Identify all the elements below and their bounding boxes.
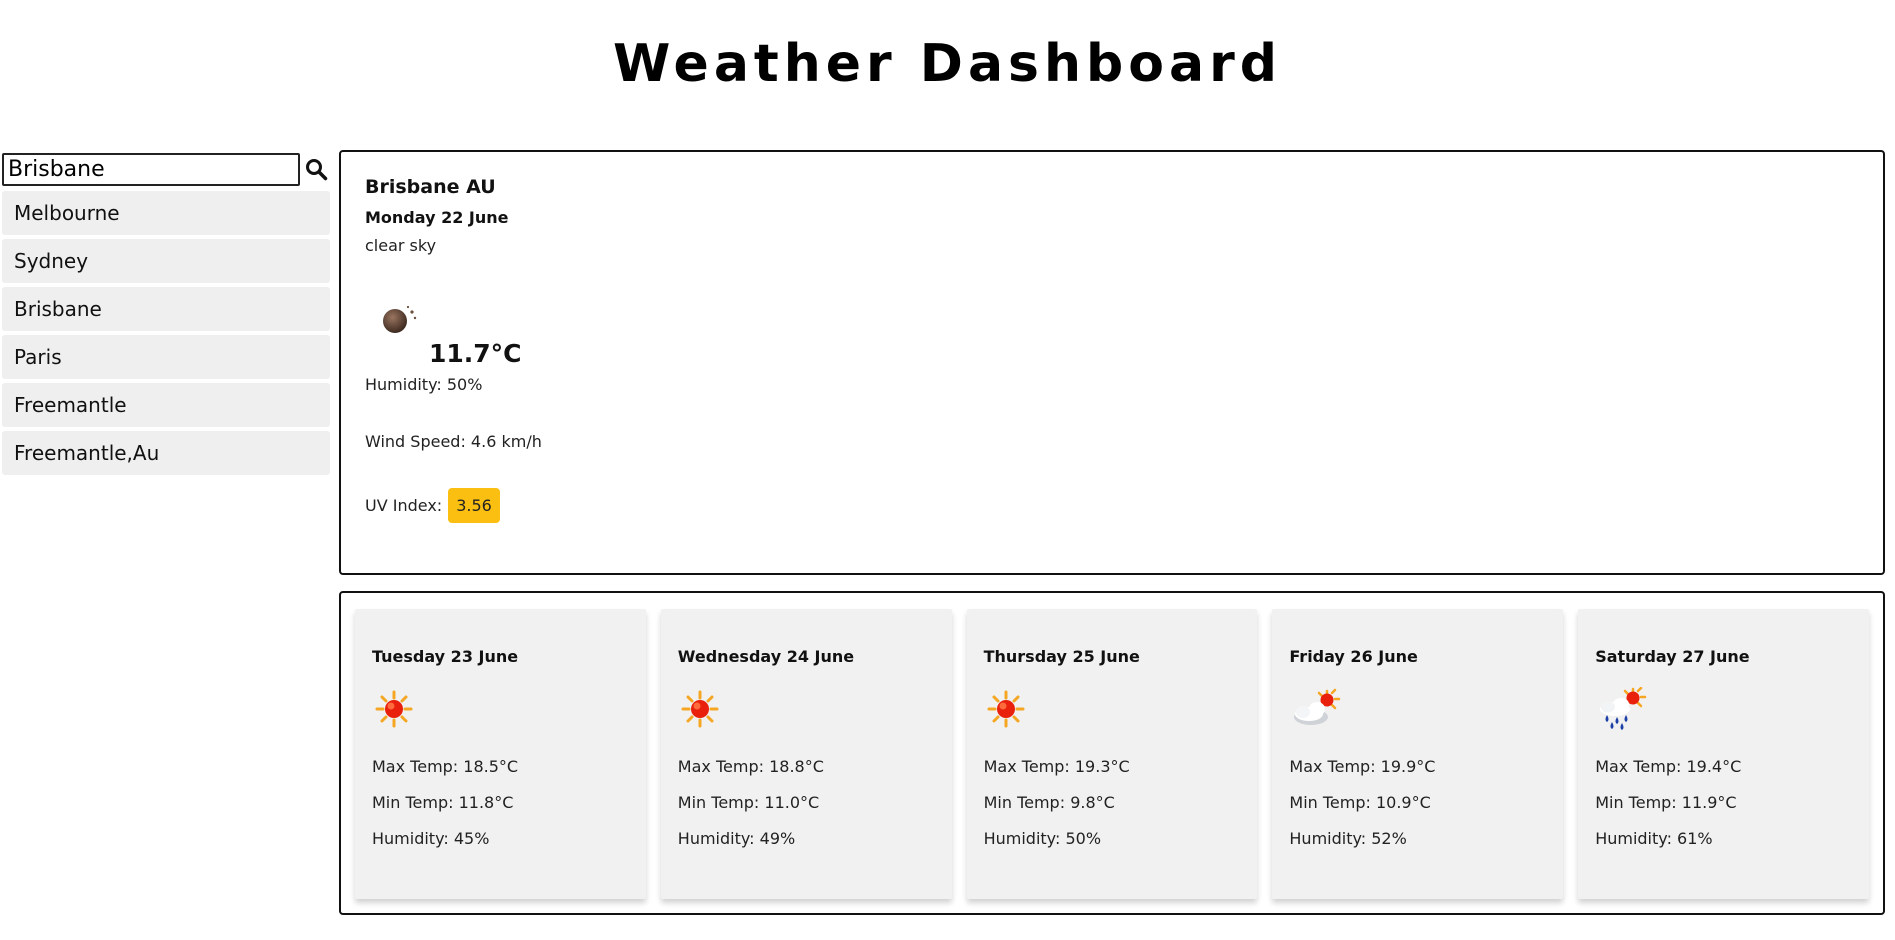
forecast-humidity: Humidity: 45% — [372, 828, 490, 848]
forecast-max-temp: Max Temp: 19.4°C — [1595, 756, 1742, 776]
current-wind-speed: Wind Speed: 4.6 km/h — [365, 432, 542, 451]
current-date: Monday 22 June — [365, 208, 509, 227]
forecast-panel: Tuesday 23 June Max Temp: 18.5°C Min Tem… — [339, 591, 1885, 915]
history-item-brisbane[interactable]: Brisbane — [2, 287, 330, 331]
current-description: clear sky — [365, 236, 437, 255]
forecast-date: Wednesday 24 June — [677, 647, 855, 666]
page-title: Weather Dashboard — [613, 34, 1282, 94]
forecast-max-temp: Max Temp: 19.9°C — [1289, 756, 1436, 776]
forecast-humidity: Humidity: 49% — [677, 828, 796, 848]
forecast-min-temp: Min Temp: 11.0°C — [677, 792, 820, 812]
forecast-min-temp: Min Temp: 10.9°C — [1289, 792, 1431, 812]
history-item-paris[interactable]: Paris — [2, 335, 330, 379]
sun-icon — [987, 690, 1025, 728]
forecast-card: Wednesday 24 June Max Temp: 18.8°C Min T… — [660, 609, 952, 899]
forecast-max-temp: Max Temp: 18.5°C — [372, 756, 519, 776]
forecast-min-temp: Min Temp: 11.9°C — [1595, 792, 1737, 812]
uv-index-badge: 3.56 — [448, 488, 500, 523]
forecast-date: Tuesday 23 June — [372, 647, 519, 666]
sidebar: Melbourne Sydney Brisbane Paris Freemant… — [2, 152, 332, 479]
forecast-date: Thursday 25 June — [983, 647, 1140, 666]
forecast-card: Tuesday 23 June Max Temp: 18.5°C Min Tem… — [355, 609, 646, 899]
current-uv-row: UV Index: 3.56 — [365, 488, 1859, 523]
history-item-freemantle-au[interactable]: Freemantle,Au — [2, 431, 330, 475]
history-item-melbourne[interactable]: Melbourne — [2, 191, 330, 235]
search-history: Melbourne Sydney Brisbane Paris Freemant… — [2, 191, 332, 475]
current-humidity: Humidity: 50% — [365, 375, 483, 394]
forecast-humidity: Humidity: 52% — [1289, 828, 1407, 848]
current-temp-row: 11.7°C — [365, 265, 1859, 375]
search-icon — [306, 159, 328, 181]
uv-index-label: UV Index: — [365, 496, 443, 515]
forecast-humidity: Humidity: 50% — [983, 828, 1102, 848]
forecast-min-temp: Min Temp: 11.8°C — [372, 792, 514, 812]
partly-cloudy-icon — [1294, 688, 1341, 725]
history-item-freemantle[interactable]: Freemantle — [2, 383, 330, 427]
clear-night-icon — [383, 305, 417, 333]
search-bar — [2, 152, 332, 186]
rain-sun-icon — [1600, 687, 1647, 730]
forecast-card: Friday 26 June Max Temp: 19.9°C Min Temp… — [1272, 609, 1564, 899]
sun-icon — [681, 690, 719, 728]
sun-icon — [375, 690, 413, 728]
forecast-max-temp: Max Temp: 19.3°C — [983, 756, 1130, 776]
current-weather-panel: Brisbane AU Monday 22 June clear sky 11.… — [339, 150, 1885, 575]
forecast-card: Saturday 27 June Max Temp: 19.4°C Min Te… — [1578, 609, 1869, 899]
current-city: Brisbane AU — [365, 176, 496, 198]
forecast-max-temp: Max Temp: 18.8°C — [677, 756, 824, 776]
forecast-min-temp: Min Temp: 9.8°C — [983, 792, 1115, 812]
history-item-sydney[interactable]: Sydney — [2, 239, 330, 283]
forecast-date: Saturday 27 June — [1595, 647, 1750, 666]
current-temperature: 11.7°C — [429, 339, 522, 368]
forecast-card: Thursday 25 June Max Temp: 19.3°C Min Te… — [966, 609, 1258, 899]
search-button[interactable] — [300, 153, 332, 186]
search-input[interactable] — [2, 152, 300, 186]
forecast-humidity: Humidity: 61% — [1595, 828, 1713, 848]
forecast-date: Friday 26 June — [1289, 647, 1418, 666]
